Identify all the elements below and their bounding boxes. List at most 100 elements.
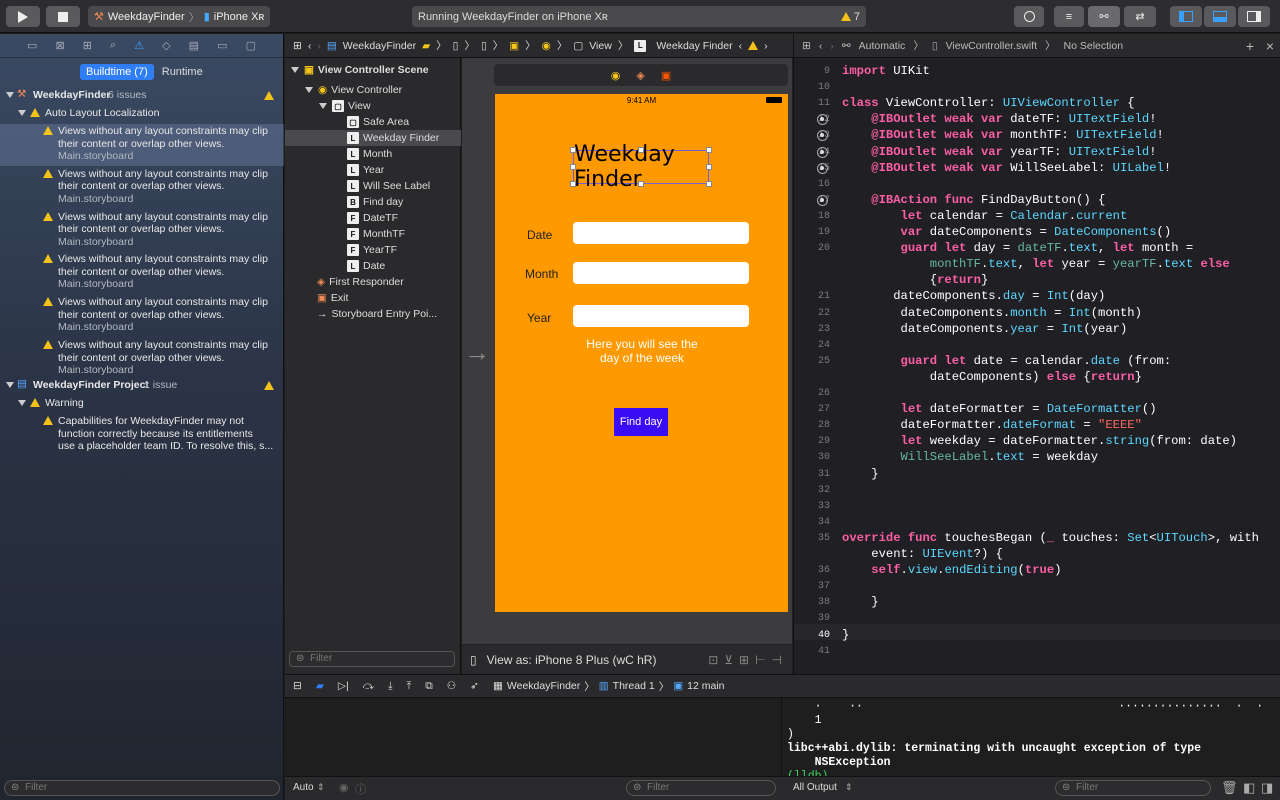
outlet-connection-icon[interactable]	[817, 162, 828, 174]
outline-first-responder[interactable]: ◈ First Responder	[317, 274, 404, 290]
phone-screen[interactable]: 9:41 AM Weekday Finder Date Month Year H…	[495, 94, 788, 612]
code-line[interactable]: 39	[794, 611, 1280, 627]
run-button[interactable]	[6, 6, 40, 27]
title-label[interactable]: Weekday Finder	[573, 142, 709, 192]
outline-item[interactable]: F MonthTF	[347, 226, 405, 242]
vc-icon[interactable]: ◉	[611, 69, 621, 82]
exit-icon[interactable]: ▣	[661, 69, 671, 82]
back-icon[interactable]: ‹	[819, 40, 823, 52]
automatic-mode[interactable]: Automatic	[859, 40, 906, 52]
outline-item[interactable]: F YearTF	[347, 242, 397, 258]
folder-icon[interactable]: ▭	[27, 39, 37, 52]
outline-filter[interactable]: ⊜ Filter	[289, 651, 455, 667]
symbol-icon[interactable]: ⊞	[83, 39, 92, 52]
search-icon[interactable]: ⌕	[110, 39, 116, 52]
cube-icon[interactable]: ◈	[636, 69, 644, 82]
outline-item[interactable]: L Month	[347, 146, 392, 162]
issue-item[interactable]: Capabilities for WeekdayFinder may not f…	[0, 414, 284, 456]
code-line[interactable]: 15 @IBOutlet weak var WillSeeLabel: UILa…	[794, 161, 1280, 177]
code-line[interactable]: 28 dateFormatter.dateFormat = "EEEE"	[794, 418, 1280, 434]
assistant-editor-button[interactable]: ⚯	[1088, 6, 1120, 27]
outline-item[interactable]: F DateTF	[347, 210, 398, 226]
console-filter[interactable]: ⊜ Filter	[1055, 780, 1211, 796]
issue-item[interactable]: Views without any layout constraints may…	[0, 295, 284, 337]
test-icon[interactable]: ◇	[162, 39, 170, 52]
outline-item[interactable]: L Weekday Finder	[347, 130, 439, 146]
outline-item[interactable]: L Date	[347, 258, 385, 274]
forward-icon[interactable]: ›	[317, 40, 321, 52]
view-as-device[interactable]: View as: iPhone 8 Plus (wC hR)	[487, 653, 657, 667]
code-line[interactable]: 32	[794, 483, 1280, 499]
layout-tools-icon[interactable]: ⊡⊻⊞⊢⊣	[708, 653, 792, 667]
code-line[interactable]: 33	[794, 499, 1280, 515]
stop-button[interactable]	[46, 6, 80, 27]
code-line[interactable]: 12 @IBOutlet weak var dateTF: UITextFiel…	[794, 112, 1280, 128]
view-debugger-icon[interactable]: ⧉	[425, 680, 433, 693]
outline-toggle-icon[interactable]: ▯	[470, 653, 477, 667]
month-field[interactable]	[573, 262, 749, 284]
resize-handle[interactable]	[570, 181, 576, 187]
report-icon[interactable]: ▢	[246, 39, 256, 52]
code-line[interactable]: 41	[794, 644, 1280, 660]
issue-item[interactable]: Views without any layout constraints may…	[0, 338, 284, 380]
code-line[interactable]: 20 guard let day = dateTF.text, let mont…	[794, 241, 1280, 257]
code-line[interactable]: 29 let weekday = dateFormatter.string(fr…	[794, 434, 1280, 450]
forward-icon[interactable]: ›	[830, 40, 834, 52]
outline-scene[interactable]: ▣ View Controller Scene	[291, 62, 429, 78]
trash-icon[interactable]: 🗑	[1221, 780, 1238, 796]
issue-item[interactable]: Views without any layout constraints may…	[0, 210, 284, 252]
toggle-inspector-button[interactable]	[1238, 6, 1270, 27]
code-line[interactable]: 40}	[794, 628, 1280, 644]
resize-handle[interactable]	[706, 147, 712, 153]
jump-label[interactable]: Weekday Finder	[656, 40, 732, 52]
breakpoint-icon[interactable]: ▭	[217, 39, 227, 52]
date-field[interactable]	[573, 222, 749, 244]
code-line[interactable]: 35 override func touchesBegan (_ touches:…	[794, 531, 1280, 547]
debug-icon[interactable]: ▤	[189, 39, 199, 52]
find-day-button[interactable]: Find day	[614, 408, 668, 436]
outline-entry[interactable]: → Storyboard Entry Poi...	[317, 306, 437, 322]
code-line[interactable]: 17 @IBAction func FindDayButton() {	[794, 193, 1280, 209]
code-line[interactable]: 11 class ViewController: UIViewController…	[794, 96, 1280, 112]
jump-view[interactable]: View	[589, 40, 612, 52]
issue-group-project2[interactable]: ▤ WeekdayFinder Project 1 issue	[0, 378, 284, 394]
variables-view[interactable]	[285, 698, 782, 776]
close-editor-icon[interactable]: ×	[1266, 38, 1274, 54]
code-line[interactable]: 10	[794, 80, 1280, 96]
resize-handle[interactable]	[638, 147, 644, 153]
library-button[interactable]	[1014, 6, 1044, 27]
debug-target[interactable]: WeekdayFinder	[507, 680, 580, 692]
storyboard-canvas[interactable]: ◉ ◈ ▣ → 9:41 AM Weekday Finder Date Mont…	[462, 58, 792, 674]
resize-handle[interactable]	[638, 181, 644, 187]
auto-select[interactable]: Auto	[293, 782, 314, 793]
outline-exit[interactable]: ▣ Exit	[317, 290, 348, 306]
outline-item[interactable]: ▢ Safe Area	[347, 114, 409, 130]
resize-handle[interactable]	[706, 181, 712, 187]
code-line[interactable]: 38 }	[794, 595, 1280, 611]
hide-debug-icon[interactable]: ⊟	[293, 680, 302, 692]
code-line[interactable]: 23 dateComponents.year = Int(year)	[794, 322, 1280, 338]
toggle-navigator-button[interactable]	[1170, 6, 1202, 27]
code-line[interactable]: 30 WillSeeLabel.text = weekday	[794, 450, 1280, 466]
runtime-tab[interactable]: Runtime	[156, 64, 209, 80]
version-editor-button[interactable]: ⇄	[1124, 6, 1156, 27]
selection-name[interactable]: No Selection	[1064, 40, 1124, 52]
standard-editor-button[interactable]: ≡	[1054, 6, 1084, 27]
console-output[interactable]: · ·· ··············· · · 1) libc++abi.dyl…	[783, 698, 1280, 776]
breakpoints-toggle-icon[interactable]: ▰	[316, 680, 324, 692]
code-line[interactable]: 34	[794, 515, 1280, 531]
outline-vc[interactable]: ◉ View Controller	[305, 82, 402, 98]
resize-handle[interactable]	[570, 147, 576, 153]
code-line[interactable]: 14 @IBOutlet weak var yearTF: UITextFiel…	[794, 145, 1280, 161]
code-line[interactable]: monthTF.text, let year = yearTF.text els…	[794, 257, 1280, 273]
code-line[interactable]: 21 dateComponents.day = Int(day)	[794, 289, 1280, 305]
debug-thread[interactable]: Thread 1	[613, 680, 655, 692]
info-icon[interactable]: ⓘ	[355, 781, 366, 797]
issue-item[interactable]: Views without any layout constraints may…	[0, 252, 284, 294]
back-icon[interactable]: ‹	[739, 40, 743, 52]
buildtime-tab[interactable]: Buildtime (7)	[80, 64, 154, 80]
code-line[interactable]: dateComponents) else {return}	[794, 370, 1280, 386]
location-icon[interactable]: ➶	[470, 680, 479, 692]
back-icon[interactable]: ‹	[308, 40, 312, 52]
resize-handle[interactable]	[706, 164, 712, 170]
